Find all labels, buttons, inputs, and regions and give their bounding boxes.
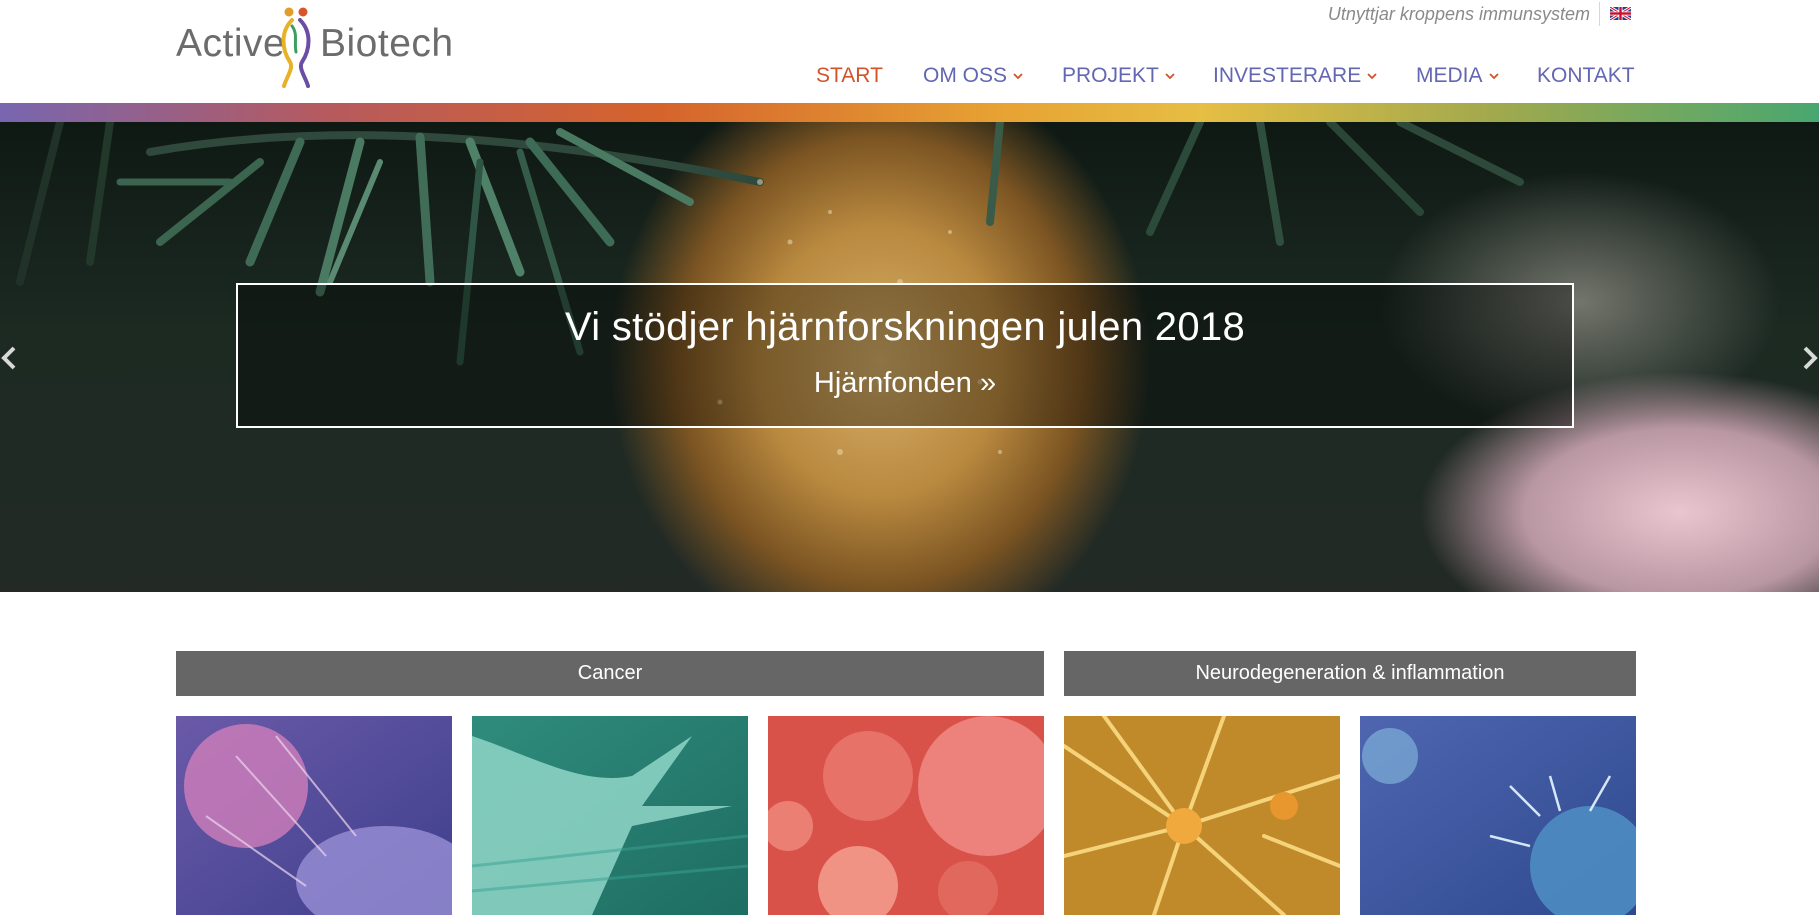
hero-title: Vi stödjer hjärnforskningen julen 2018: [565, 305, 1245, 349]
arrow-right-icon[interactable]: [1799, 344, 1819, 372]
chevron-down-icon: [1165, 73, 1175, 80]
logo-word-biotech: Biotech: [320, 22, 454, 65]
nav-media-label: MEDIA: [1416, 64, 1483, 87]
hero-slider: Vi stödjer hjärnforskningen julen 2018 H…: [0, 122, 1819, 592]
nav-media[interactable]: MEDIA: [1416, 64, 1499, 88]
hero-caption-box: Vi stödjer hjärnforskningen julen 2018 H…: [236, 283, 1574, 428]
category-cancer-label: Cancer: [577, 662, 643, 684]
project-tile-2[interactable]: [472, 716, 748, 915]
project-tile-3[interactable]: [768, 716, 1044, 915]
hero-link-hjarnfonden[interactable]: Hjärnfonden »: [238, 367, 1572, 400]
language-divider: [1599, 2, 1600, 26]
nav-kontakt[interactable]: KONTAKT: [1537, 64, 1635, 88]
project-tile-1[interactable]: [176, 716, 452, 915]
chevron-down-icon: [1013, 73, 1023, 80]
arrow-left-icon[interactable]: [0, 344, 20, 372]
nav-om-oss[interactable]: OM OSS: [923, 64, 1023, 88]
category-neuro-label: Neurodegeneration & inflammation: [1195, 662, 1505, 684]
nav-kontakt-label: KONTAKT: [1537, 64, 1635, 87]
nav-om-oss-label: OM OSS: [923, 64, 1008, 87]
cell-image: [176, 716, 452, 915]
neuron-image: [1064, 716, 1340, 915]
rainbow-divider: [0, 103, 1819, 122]
category-neurodegeneration[interactable]: Neurodegeneration & inflammation: [1064, 651, 1636, 696]
chevron-down-icon: [1367, 73, 1377, 80]
nav-projekt[interactable]: PROJEKT: [1062, 64, 1175, 88]
nav-start[interactable]: START: [816, 64, 883, 88]
main-nav: START OM OSS PROJEKT INVESTERARE MEDIA K…: [0, 64, 1819, 94]
cell-image: [768, 716, 1044, 915]
cell-image: [1360, 716, 1636, 915]
category-cancer[interactable]: Cancer: [176, 651, 1044, 696]
cell-image: [472, 716, 748, 915]
chevron-down-icon: [1488, 73, 1499, 80]
uk-flag-icon[interactable]: [1610, 7, 1631, 20]
logo-word-active: Active: [176, 22, 286, 65]
nav-projekt-label: PROJEKT: [1062, 64, 1159, 87]
nav-investerare-label: INVESTERARE: [1213, 64, 1362, 87]
tagline: Utnyttjar kroppens immunsystem: [1327, 4, 1590, 24]
nav-start-label: START: [816, 64, 883, 87]
nav-investerare[interactable]: INVESTERARE: [1213, 64, 1377, 88]
project-tile-4[interactable]: [1064, 716, 1340, 915]
project-tile-5[interactable]: [1360, 716, 1636, 915]
site-header: Active Biotech Utnyttjar kroppens immuns…: [0, 0, 1819, 103]
